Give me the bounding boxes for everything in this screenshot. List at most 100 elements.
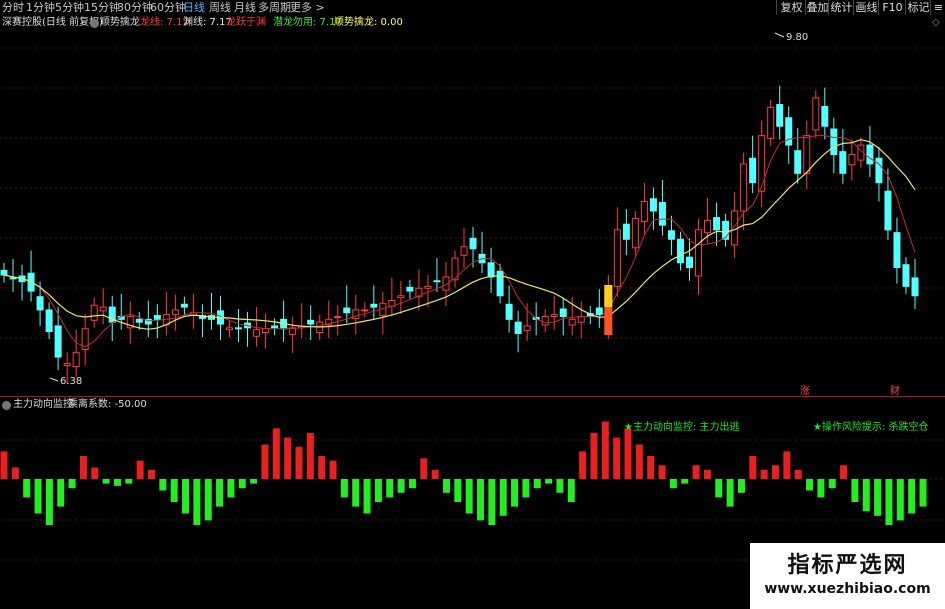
histogram-bar [862,479,870,512]
candle-body [803,135,811,174]
candle-body [460,246,468,256]
candle-body [45,309,53,333]
histogram-bar [794,469,802,479]
histogram-bar [511,479,519,507]
candle-body [343,307,351,314]
candle-body [90,304,98,321]
candle-body [54,325,62,358]
price-chart: 9.806.38涨财 [0,32,945,561]
histogram-bar [737,479,745,493]
histogram-bar [601,421,609,479]
panel-divider [0,396,945,397]
candle-body [0,269,8,276]
histogram-bar [363,479,371,514]
candle-body [514,321,522,334]
histogram-bar [386,479,394,498]
candle-body [577,316,585,323]
histogram-bar [125,479,133,484]
histogram-bar [851,479,859,502]
histogram-bar [136,460,144,479]
candle-body [505,303,513,320]
candle-body [99,306,107,312]
histogram-bar [352,479,360,507]
candle-body [36,296,44,311]
candle-body [253,329,261,337]
histogram-bar [68,479,76,489]
breakout-bar-top [604,285,613,307]
candle-body [397,295,405,299]
candle-body [776,104,784,127]
watermark-url: www.xuezhibiao.com [764,581,931,597]
histogram-bar [658,465,666,479]
candle-body [875,157,883,184]
candle-body [361,309,369,312]
histogram-bar [624,428,632,479]
candle-body [911,277,919,297]
histogram-bar [261,444,269,479]
histogram-bar [91,467,99,479]
histogram-bar [374,479,382,502]
sub-settings-icon[interactable] [2,401,11,410]
candle-body [568,318,576,326]
histogram-bar [647,456,655,479]
candle-body [235,327,243,330]
histogram-bar [556,479,564,493]
histogram-bar [545,479,553,484]
candle-body [153,315,161,320]
histogram-bar [11,467,19,479]
signal-risk: ★操作风险提示: 杀跌空仓 [813,422,929,433]
histogram-bar [749,456,757,479]
low-pointer [49,377,59,382]
histogram-bar [23,479,31,498]
candle-body [686,256,694,269]
candle-body [785,117,793,146]
histogram-bar [45,479,53,525]
histogram-bar [193,479,201,525]
histogram-bar [227,479,235,498]
histogram-bar [147,469,155,479]
candle-body [433,280,441,283]
candle-body [559,308,567,318]
histogram-bar [681,479,689,484]
candle-body [613,229,621,287]
candle-body [640,201,648,222]
candle-body [622,223,630,240]
histogram-bar [306,433,314,479]
watermark: 指标严选网 www.xuezhibiao.com [750,543,945,609]
histogram-bar [772,465,780,479]
candle-body [595,307,603,316]
candle-body [884,190,892,231]
histogram-bar [885,479,893,525]
candle-body [180,303,188,308]
histogram-bar [408,479,416,489]
candle-body [487,262,495,278]
candle-body [469,237,477,250]
candle-body [550,314,558,318]
candle-body [695,229,703,277]
histogram-bar [726,479,734,507]
candle-body [794,150,802,174]
candle-body [667,230,675,240]
histogram-bar [896,479,904,521]
histogram-bar [431,469,439,479]
histogram-bar [420,458,428,479]
candle-body [649,198,657,212]
histogram-bar [919,479,927,507]
histogram-bar [442,479,450,493]
histogram-bar [703,469,711,479]
histogram-bar [613,437,621,479]
candle-body [307,319,315,325]
candle-body [406,286,414,292]
histogram-bar [102,479,110,484]
candle-body [758,135,766,192]
candle-body [830,128,838,155]
histogram-bar [760,469,768,479]
histogram-bar [465,479,473,514]
candle-body [749,157,757,184]
candle-body [631,218,639,249]
candle-body [676,238,684,264]
histogram-bar [397,479,405,493]
coef-label: 乘离系数: -50.00 [68,399,147,410]
histogram-bar [238,479,246,489]
histogram-bar [692,465,700,479]
